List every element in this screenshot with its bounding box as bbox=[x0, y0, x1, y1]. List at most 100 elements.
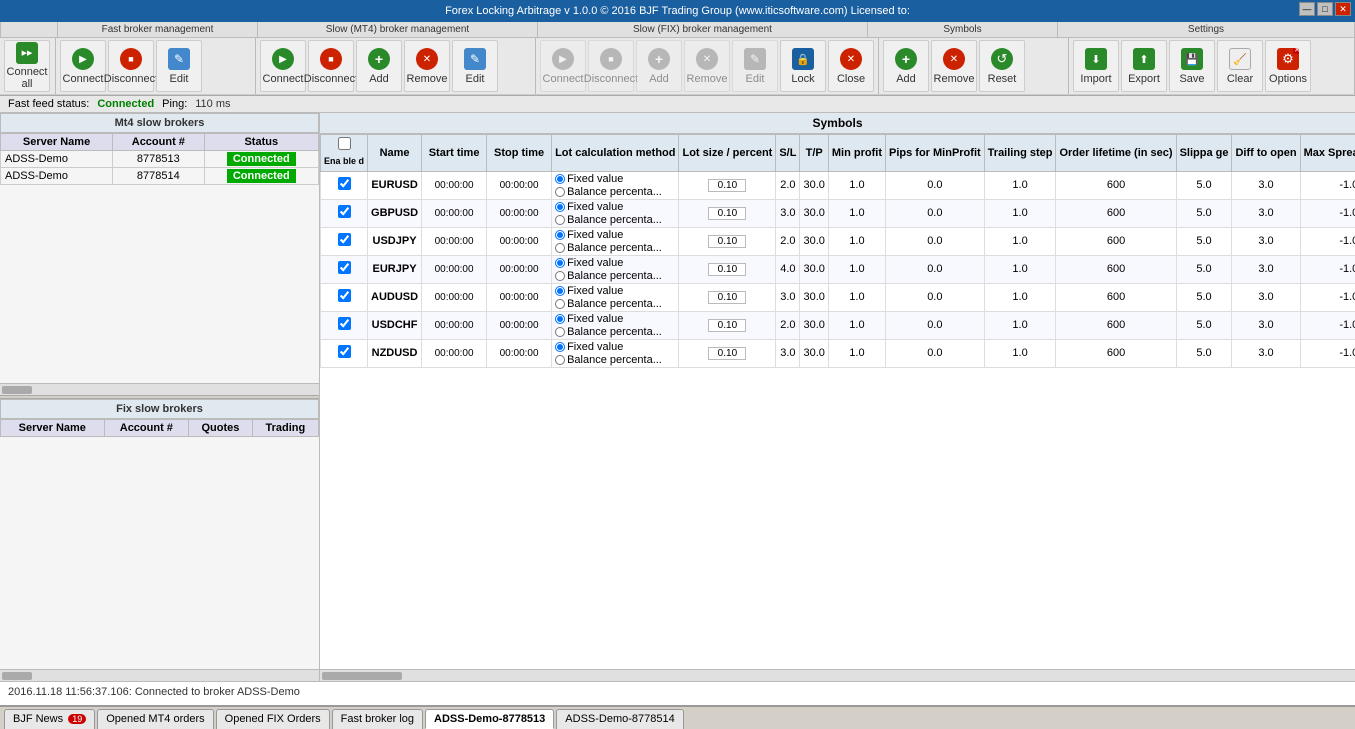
lot-size-input[interactable] bbox=[708, 319, 746, 332]
symbol-enabled[interactable] bbox=[321, 227, 368, 255]
lot-size-input[interactable] bbox=[708, 263, 746, 276]
symbol-lot-size[interactable] bbox=[679, 199, 776, 227]
bottom-tab[interactable]: BJF News 19 bbox=[4, 709, 95, 729]
symbol-row[interactable]: NZDUSD Fixed value Balance percenta... 3… bbox=[321, 339, 1355, 367]
symbol-checkbox[interactable] bbox=[338, 177, 351, 190]
fixed-value-radio[interactable] bbox=[555, 258, 565, 268]
symbol-start-time[interactable] bbox=[422, 339, 487, 367]
symbols-reset-button[interactable]: Reset bbox=[979, 40, 1025, 92]
symbol-row[interactable]: USDJPY Fixed value Balance percenta... 2… bbox=[321, 227, 1355, 255]
fix-close-button[interactable]: Close bbox=[828, 40, 874, 92]
stop-time-input[interactable] bbox=[490, 292, 548, 303]
lot-size-input[interactable] bbox=[708, 207, 746, 220]
symbol-row[interactable]: GBPUSD Fixed value Balance percenta... 3… bbox=[321, 199, 1355, 227]
fast-disconnect-button[interactable]: Disconnect bbox=[108, 40, 154, 92]
symbol-row[interactable]: USDCHF Fixed value Balance percenta... 2… bbox=[321, 311, 1355, 339]
mt4-edit-button[interactable]: Edit bbox=[452, 40, 498, 92]
start-time-input[interactable] bbox=[425, 236, 483, 247]
fix-connect-button[interactable]: Connect bbox=[540, 40, 586, 92]
symbol-lot-size[interactable] bbox=[679, 339, 776, 367]
mt4-table-row[interactable]: ADSS-Demo 8778513 Connected bbox=[1, 151, 319, 168]
lot-size-input[interactable] bbox=[708, 291, 746, 304]
balance-percent-radio[interactable] bbox=[555, 327, 565, 337]
symbol-checkbox[interactable] bbox=[338, 261, 351, 274]
fix-edit-button[interactable]: Edit bbox=[732, 40, 778, 92]
symbol-row[interactable]: EURJPY Fixed value Balance percenta... 4… bbox=[321, 255, 1355, 283]
symbols-scrollbar[interactable] bbox=[320, 669, 1355, 681]
stop-time-input[interactable] bbox=[490, 348, 548, 359]
symbol-stop-time[interactable] bbox=[487, 283, 552, 311]
fixed-value-radio[interactable] bbox=[555, 202, 565, 212]
symbol-checkbox[interactable] bbox=[338, 205, 351, 218]
symbol-stop-time[interactable] bbox=[487, 339, 552, 367]
mt4-scrollbar[interactable] bbox=[0, 383, 319, 395]
bottom-tab[interactable]: ADSS-Demo-8778514 bbox=[556, 709, 683, 729]
export-button[interactable]: Export bbox=[1121, 40, 1167, 92]
fix-scroll-thumb[interactable] bbox=[2, 672, 32, 680]
connect-all-button[interactable]: Connect all bbox=[4, 40, 50, 92]
lot-size-input[interactable] bbox=[708, 179, 746, 192]
symbols-scroll-thumb[interactable] bbox=[322, 672, 402, 680]
symbol-enabled[interactable] bbox=[321, 171, 368, 199]
balance-percent-radio[interactable] bbox=[555, 187, 565, 197]
stop-time-input[interactable] bbox=[490, 208, 548, 219]
symbol-enabled[interactable] bbox=[321, 283, 368, 311]
symbol-enabled[interactable] bbox=[321, 311, 368, 339]
symbol-start-time[interactable] bbox=[422, 255, 487, 283]
stop-time-input[interactable] bbox=[490, 180, 548, 191]
bottom-tab[interactable]: Fast broker log bbox=[332, 709, 423, 729]
clear-button[interactable]: Clear bbox=[1217, 40, 1263, 92]
mt4-connect-button[interactable]: Connect bbox=[260, 40, 306, 92]
start-time-input[interactable] bbox=[425, 292, 483, 303]
fix-remove-button[interactable]: Remove bbox=[684, 40, 730, 92]
symbol-enabled[interactable] bbox=[321, 199, 368, 227]
fixed-value-radio[interactable] bbox=[555, 314, 565, 324]
fix-add-button[interactable]: Add bbox=[636, 40, 682, 92]
fixed-value-radio[interactable] bbox=[555, 230, 565, 240]
save-button[interactable]: Save bbox=[1169, 40, 1215, 92]
lot-size-input[interactable] bbox=[708, 347, 746, 360]
balance-percent-radio[interactable] bbox=[555, 271, 565, 281]
symbol-lot-size[interactable] bbox=[679, 171, 776, 199]
import-button[interactable]: Import bbox=[1073, 40, 1119, 92]
balance-percent-radio[interactable] bbox=[555, 299, 565, 309]
bottom-tab[interactable]: Opened FIX Orders bbox=[216, 709, 330, 729]
fast-connect-button[interactable]: Connect bbox=[60, 40, 106, 92]
symbol-lot-size[interactable] bbox=[679, 283, 776, 311]
symbol-stop-time[interactable] bbox=[487, 227, 552, 255]
mt4-table-row[interactable]: ADSS-Demo 8778514 Connected bbox=[1, 168, 319, 185]
start-time-input[interactable] bbox=[425, 180, 483, 191]
mt4-scroll-thumb[interactable] bbox=[2, 386, 32, 394]
fixed-value-radio[interactable] bbox=[555, 286, 565, 296]
symbols-table-container[interactable]: Ena ble d Name Start time Stop time Lot … bbox=[320, 134, 1355, 669]
mt4-remove-button[interactable]: Remove bbox=[404, 40, 450, 92]
symbol-lot-size[interactable] bbox=[679, 311, 776, 339]
stop-time-input[interactable] bbox=[490, 264, 548, 275]
symbol-stop-time[interactable] bbox=[487, 311, 552, 339]
symbol-lot-size[interactable] bbox=[679, 227, 776, 255]
mt4-add-button[interactable]: Add bbox=[356, 40, 402, 92]
symbols-add-button[interactable]: Add bbox=[883, 40, 929, 92]
lot-size-input[interactable] bbox=[708, 235, 746, 248]
fix-disconnect-button[interactable]: Disconnect bbox=[588, 40, 634, 92]
symbol-checkbox[interactable] bbox=[338, 345, 351, 358]
symbol-enabled[interactable] bbox=[321, 255, 368, 283]
bottom-tab[interactable]: Opened MT4 orders bbox=[97, 709, 213, 729]
mt4-disconnect-button[interactable]: Disconnect bbox=[308, 40, 354, 92]
symbol-lot-size[interactable] bbox=[679, 255, 776, 283]
start-time-input[interactable] bbox=[425, 208, 483, 219]
symbol-checkbox[interactable] bbox=[338, 233, 351, 246]
symbol-start-time[interactable] bbox=[422, 227, 487, 255]
fixed-value-radio[interactable] bbox=[555, 342, 565, 352]
fixed-value-radio[interactable] bbox=[555, 174, 565, 184]
stop-time-input[interactable] bbox=[490, 320, 548, 331]
minimize-button[interactable]: — bbox=[1299, 2, 1315, 16]
symbol-start-time[interactable] bbox=[422, 199, 487, 227]
symbol-stop-time[interactable] bbox=[487, 255, 552, 283]
start-time-input[interactable] bbox=[425, 348, 483, 359]
symbol-row[interactable]: AUDUSD Fixed value Balance percenta... 3… bbox=[321, 283, 1355, 311]
fast-edit-button[interactable]: Edit bbox=[156, 40, 202, 92]
select-all-checkbox[interactable] bbox=[338, 137, 351, 150]
stop-time-input[interactable] bbox=[490, 236, 548, 247]
symbol-stop-time[interactable] bbox=[487, 199, 552, 227]
